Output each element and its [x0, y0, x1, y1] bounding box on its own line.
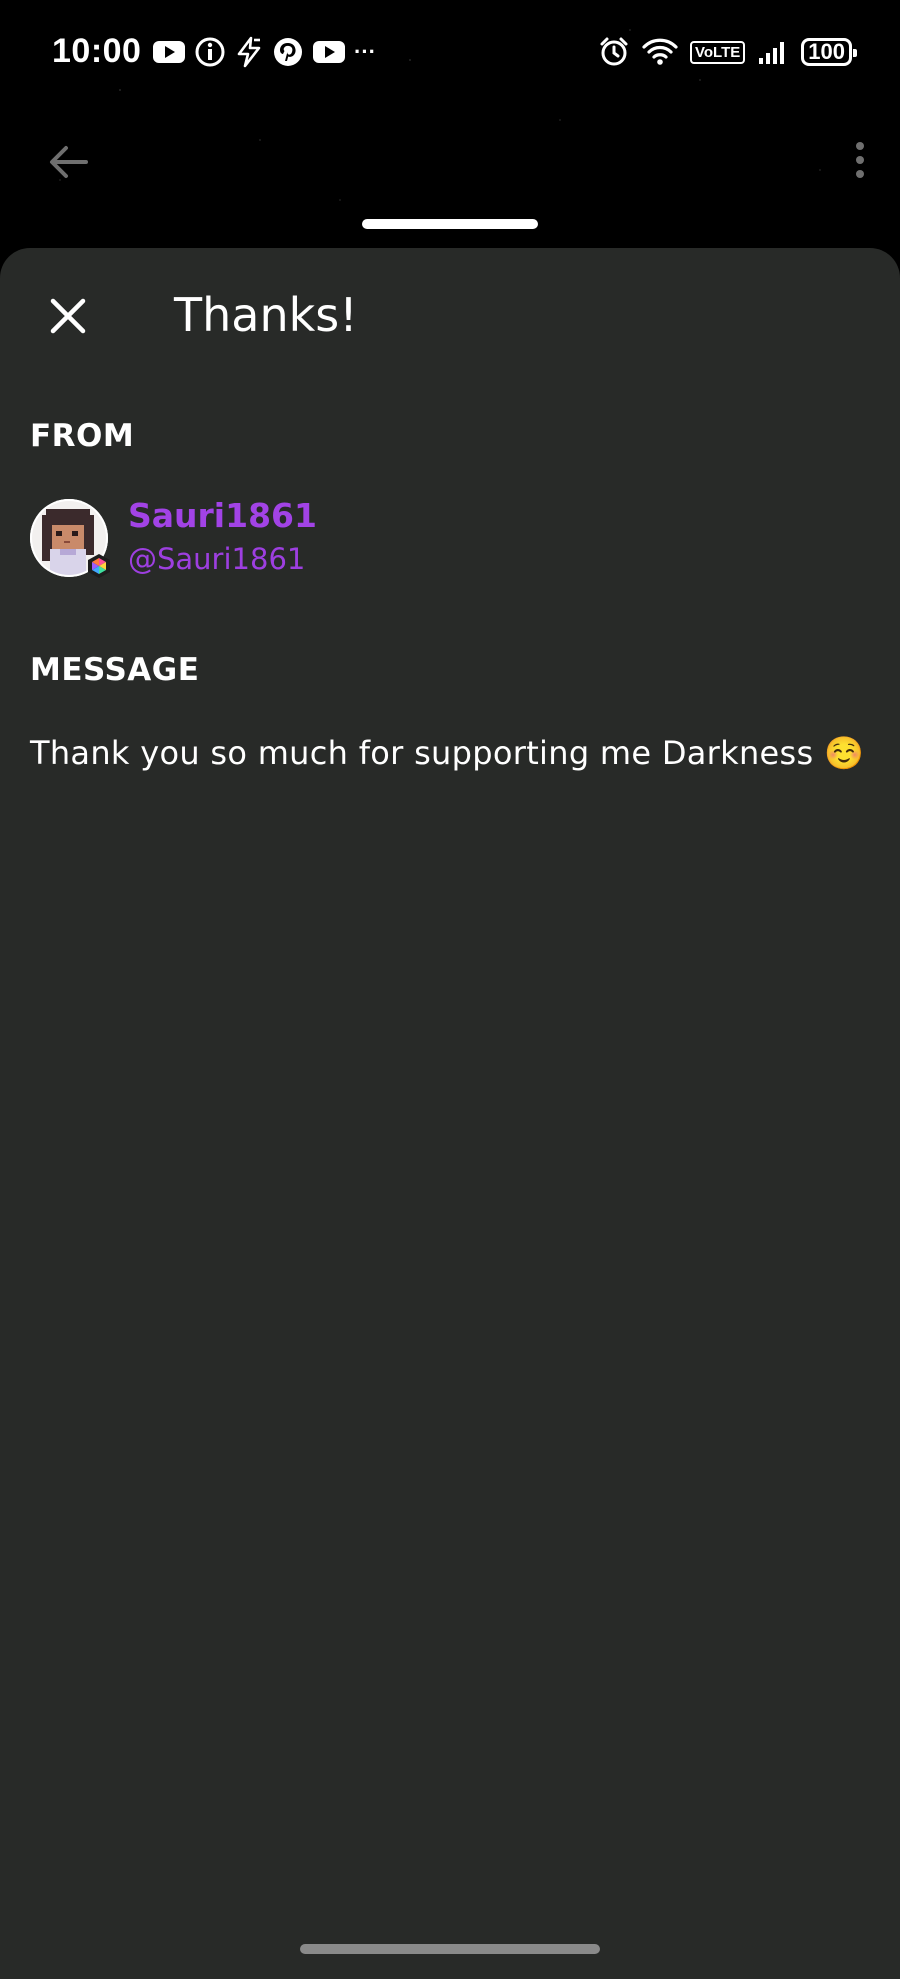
battery-indicator: 100: [801, 38, 857, 66]
close-icon: [49, 297, 87, 339]
sender-name[interactable]: Sauri1861: [128, 495, 317, 537]
alarm-icon: [598, 36, 630, 68]
arrow-left-icon[interactable]: [46, 140, 90, 184]
volte-badge: VoLTE: [690, 40, 746, 64]
sender-handle[interactable]: @Sauri1861: [128, 537, 317, 581]
youtube-icon: [312, 39, 346, 65]
signal-icon: [757, 38, 789, 66]
more-vertical-icon[interactable]: [850, 140, 870, 184]
info-icon: [194, 36, 226, 68]
sheet-drag-handle[interactable]: [362, 219, 538, 229]
sender-profile[interactable]: Sauri1861 @Sauri1861: [30, 496, 317, 580]
sheet-title: Thanks!: [174, 288, 358, 342]
youtube-icon: [152, 39, 186, 65]
wifi-icon: [642, 37, 678, 67]
hexagon-badge-icon: [86, 553, 112, 579]
screen: 10:00 ··· VoLTE 100 Thanks! FROM Sauri18…: [0, 0, 900, 1979]
pinterest-icon: [272, 36, 304, 68]
notification-icons: ···: [152, 36, 376, 68]
close-button[interactable]: [42, 292, 94, 344]
message-label: MESSAGE: [30, 652, 200, 688]
avatar[interactable]: [30, 499, 110, 578]
flash-icon: [234, 36, 264, 68]
more-notifications-icon: ···: [354, 39, 376, 64]
message-text: Thank you so much for supporting me Dark…: [30, 734, 865, 772]
system-icons: VoLTE 100: [598, 36, 857, 68]
thanks-sheet: Thanks! FROM Sauri1861 @Sauri1861 MESSAG…: [0, 248, 900, 1979]
sender-info: Sauri1861 @Sauri1861: [128, 495, 317, 581]
from-label: FROM: [30, 418, 135, 454]
status-time: 10:00: [52, 32, 142, 70]
status-bar: 10:00 ··· VoLTE 100: [0, 0, 900, 110]
home-indicator[interactable]: [300, 1944, 600, 1954]
